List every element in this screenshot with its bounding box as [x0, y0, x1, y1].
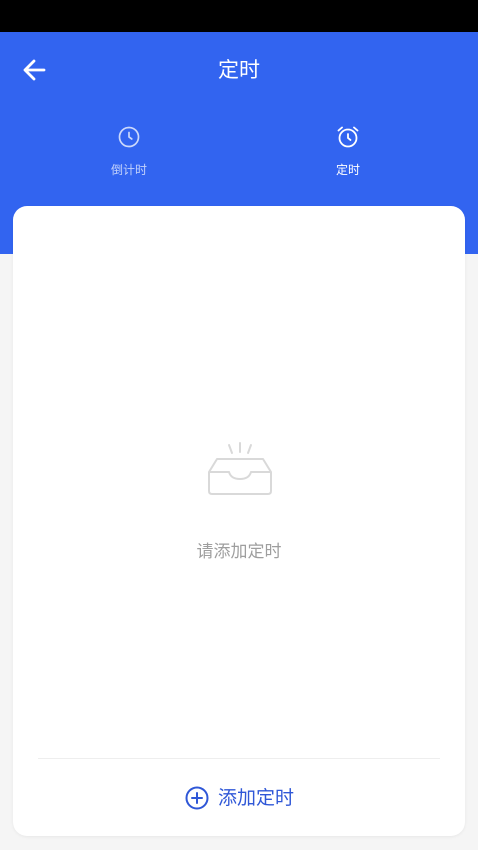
- alarm-clock-icon: [335, 124, 361, 150]
- clock-icon: [116, 124, 142, 150]
- divider: [38, 758, 440, 759]
- status-bar: [0, 0, 478, 32]
- add-timer-button[interactable]: 添加定时: [13, 776, 465, 820]
- tab-countdown[interactable]: 倒计时: [69, 124, 189, 188]
- page-title: 定时: [218, 58, 260, 82]
- add-timer-label: 添加定时: [217, 787, 294, 809]
- empty-tray-icon: [205, 442, 275, 502]
- timer-list-card: 请添加定时 添加定时: [13, 206, 465, 836]
- tab-label: 倒计时: [110, 163, 147, 177]
- tab-timer[interactable]: 定时: [288, 124, 408, 188]
- empty-state-text: 请添加定时: [196, 542, 282, 562]
- add-circle-icon: [184, 785, 210, 811]
- tab-label: 定时: [335, 163, 360, 177]
